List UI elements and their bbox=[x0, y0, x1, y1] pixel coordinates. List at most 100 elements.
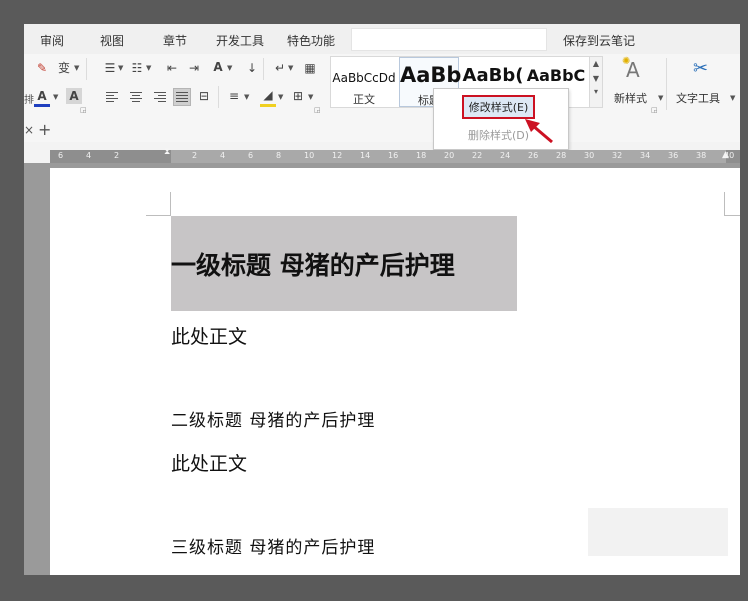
ruler-tick-label: 40 bbox=[724, 151, 735, 160]
document-page[interactable]: 一级标题 母猪的产后护理 此处正文 二级标题 母猪的产后护理 此处正文 三级标题… bbox=[50, 168, 740, 575]
ruler-tick-label: 18 bbox=[416, 151, 427, 160]
heading-3[interactable]: 三级标题 母猪的产后护理 bbox=[171, 533, 375, 558]
chevron-down-icon[interactable]: ▼ bbox=[118, 64, 123, 72]
chevron-down-icon[interactable]: ▼ bbox=[74, 64, 79, 72]
delete-style-menu-item: 删除样式(D) bbox=[468, 129, 530, 142]
ruler-tick-label: 36 bbox=[668, 151, 679, 160]
menu-section[interactable]: 章节 bbox=[163, 32, 187, 49]
chevron-down-icon[interactable]: ▼ bbox=[53, 93, 58, 101]
new-tab-icon[interactable]: + bbox=[38, 120, 51, 139]
borders-icon[interactable]: ⊞ bbox=[290, 88, 306, 104]
text-tools-button[interactable]: ✂ 文字工具 ▼ bbox=[674, 56, 740, 106]
scroll-down-icon[interactable]: ▼ bbox=[590, 74, 602, 83]
ruler-tick-label: 6 bbox=[58, 151, 64, 160]
character-shading-icon[interactable]: A bbox=[66, 88, 82, 104]
numbered-list-icon[interactable]: ☷ bbox=[129, 60, 145, 76]
ruler-tick-label: 2 bbox=[192, 151, 198, 160]
margin-corner-mark bbox=[724, 215, 740, 216]
chevron-down-icon[interactable]: ▼ bbox=[278, 93, 283, 101]
distributed-align-icon[interactable]: ⊟ bbox=[196, 88, 212, 104]
menu-developer-tools[interactable]: 开发工具 bbox=[216, 32, 264, 49]
horizontal-ruler[interactable]: 6 4 2 ⧗ ▲ 2 4 6 8 10 12 14 16 18 20 22 24 26 28 30 32 34… bbox=[50, 147, 740, 163]
body-text-2[interactable]: 此处正文 bbox=[171, 449, 247, 476]
menu-bar: 审阅 视图 章节 开发工具 特色功能 保存到云笔记 bbox=[24, 24, 740, 55]
style-gallery-scroller[interactable]: ▲ ▼ ▾ bbox=[589, 56, 603, 108]
change-case-icon[interactable]: A bbox=[210, 59, 226, 75]
font-color-icon[interactable]: A bbox=[34, 88, 50, 104]
chevron-down-icon[interactable]: ▼ bbox=[146, 64, 151, 72]
clear-format-icon[interactable]: ✎ bbox=[34, 60, 50, 76]
sparkle-icon: ✺ bbox=[622, 56, 631, 67]
paragraph-marks-icon[interactable]: ↵ bbox=[272, 60, 288, 76]
ruler-tick-label: 26 bbox=[528, 151, 539, 160]
indent-marker-icon[interactable]: ⧗ bbox=[164, 147, 170, 157]
chevron-down-icon[interactable]: ▼ bbox=[244, 93, 249, 101]
new-style-label: 新样式 bbox=[614, 92, 647, 105]
line-spacing-icon[interactable]: ≡ bbox=[226, 88, 242, 104]
chevron-down-icon[interactable]: ▼ bbox=[308, 93, 313, 101]
align-right-icon[interactable] bbox=[154, 92, 166, 102]
dialog-launcher-icon[interactable]: ◲ bbox=[651, 106, 658, 114]
bullet-list-icon[interactable]: ☰ bbox=[102, 60, 118, 76]
increase-indent-icon[interactable]: ⇥ bbox=[186, 60, 202, 76]
heading-1[interactable]: 一级标题 母猪的产后护理 bbox=[171, 246, 455, 282]
scroll-up-icon[interactable]: ▲ bbox=[590, 59, 602, 68]
dialog-launcher-icon[interactable]: ◲ bbox=[80, 106, 87, 114]
divider bbox=[218, 86, 219, 108]
heading-2[interactable]: 二级标题 母猪的产后护理 bbox=[171, 406, 375, 431]
ruler-tick-label: 38 bbox=[696, 151, 707, 160]
chevron-down-icon: ▼ bbox=[658, 94, 664, 102]
margin-corner-mark bbox=[724, 192, 725, 216]
ruler-tick-label: 22 bbox=[472, 151, 483, 160]
ruler-tick-label: 12 bbox=[332, 151, 343, 160]
expand-gallery-icon[interactable]: ▾ bbox=[590, 87, 602, 96]
menu-save-to-cloud-notes[interactable]: 保存到云笔记 bbox=[563, 32, 635, 49]
style-sample: AaBb bbox=[400, 63, 462, 87]
chevron-down-icon[interactable]: ▼ bbox=[288, 64, 293, 72]
style-item-normal[interactable]: AaBbCcDd 正文 bbox=[331, 57, 397, 107]
truncated-label: 排 bbox=[24, 95, 34, 106]
style-sample: AaBbC bbox=[526, 66, 586, 85]
divider bbox=[86, 58, 87, 80]
shading-color-swatch bbox=[260, 104, 276, 107]
style-label: 正文 bbox=[353, 93, 375, 106]
chevron-down-icon[interactable]: ▼ bbox=[227, 64, 232, 72]
ruler-tick-label: 14 bbox=[360, 151, 371, 160]
paragraph-shading-icon[interactable]: ◢ bbox=[260, 87, 276, 103]
divider bbox=[263, 58, 264, 80]
ruler-tick-label: 20 bbox=[444, 151, 455, 160]
style-sample: AaBbCcDd bbox=[332, 71, 396, 85]
ruler-tick-label: 8 bbox=[276, 151, 282, 160]
command-search-box[interactable] bbox=[351, 28, 547, 51]
ruler-tick-label: 4 bbox=[86, 151, 92, 160]
table-icon[interactable]: ▦ bbox=[302, 60, 318, 76]
phonetic-guide-icon[interactable]: 变 bbox=[56, 59, 72, 75]
dialog-launcher-icon[interactable]: ◲ bbox=[314, 106, 321, 114]
justify-button[interactable] bbox=[173, 88, 191, 106]
menu-view[interactable]: 视图 bbox=[100, 32, 124, 49]
text-tools-label: 文字工具 bbox=[676, 92, 720, 105]
decrease-indent-icon[interactable]: ⇤ bbox=[164, 60, 180, 76]
margin-corner-mark bbox=[170, 192, 171, 216]
menu-special-features[interactable]: 特色功能 bbox=[287, 32, 335, 49]
align-center-icon[interactable] bbox=[130, 92, 142, 102]
ruler-tick-label: 30 bbox=[584, 151, 595, 160]
menu-review[interactable]: 审阅 bbox=[40, 32, 64, 49]
align-left-icon[interactable] bbox=[106, 92, 118, 102]
margin-corner-mark bbox=[146, 215, 170, 216]
ruler-tick-label: 32 bbox=[612, 151, 623, 160]
sort-icon[interactable]: ↓ bbox=[244, 60, 260, 76]
ruler-tick-label: 24 bbox=[500, 151, 511, 160]
wps-writer-window: 审阅 视图 章节 开发工具 特色功能 保存到云笔记 排 ✎ 变 ▼ ☰ ▼ ☷ … bbox=[24, 24, 740, 575]
document-tab-strip: × + bbox=[24, 120, 354, 142]
ruler-tick-label: 2 bbox=[114, 151, 120, 160]
body-text-1[interactable]: 此处正文 bbox=[171, 322, 247, 349]
new-style-button[interactable]: A ✺ 新样式 ▼ bbox=[614, 56, 664, 106]
ruler-tick-label: 28 bbox=[556, 151, 567, 160]
justify-icon bbox=[176, 92, 188, 102]
ruler-tick-label: 4 bbox=[220, 151, 226, 160]
chevron-down-icon: ▼ bbox=[730, 94, 736, 102]
close-tab-icon[interactable]: × bbox=[24, 123, 34, 137]
text-tools-icon: ✂ bbox=[693, 58, 709, 79]
font-color-swatch bbox=[34, 104, 50, 107]
